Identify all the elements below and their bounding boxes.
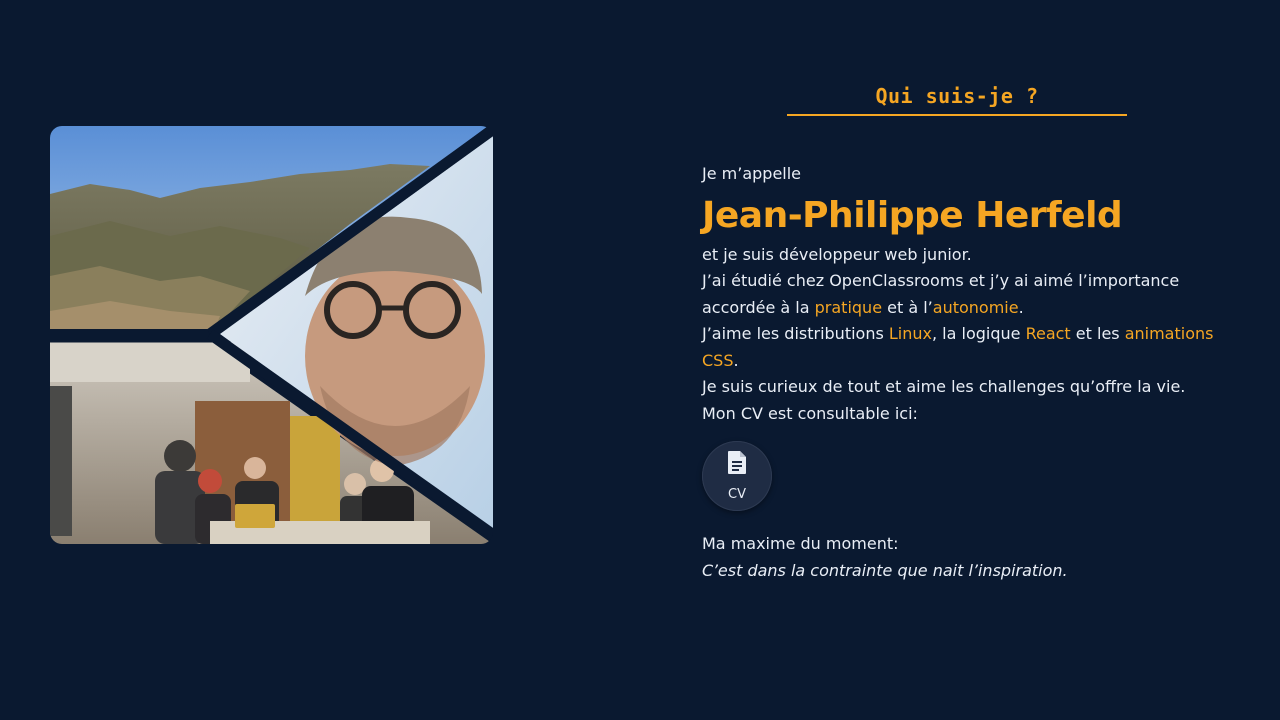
cv-label: CV (728, 486, 746, 502)
role-line: et je suis développeur web junior. (702, 244, 972, 264)
highlight-linux: Linux (888, 324, 932, 343)
cv-line: Mon CV est consultable ici: (702, 403, 918, 423)
about-page: Qui suis-je ? Je m’appelle Jean-Philippe… (0, 0, 1280, 720)
studied-text-2: et à l’ (882, 297, 933, 317)
likes-text-3: et les (1070, 324, 1125, 343)
likes-line: J’aime les distributions Linux, la logiq… (702, 321, 1222, 374)
highlight-react: React (1025, 324, 1071, 343)
document-icon (727, 450, 747, 484)
about-content: Je m’appelle Jean-Philippe Herfeld et je… (702, 161, 1222, 584)
likes-text-1: J’aime les distributions (702, 324, 889, 343)
photo-collage (50, 126, 493, 544)
highlight-autonomie: autonomie (932, 297, 1019, 317)
person-name: Jean-Philippe Herfeld (702, 194, 1123, 236)
likes-text-4: . (733, 350, 739, 370)
curious-line: Je suis curieux de tout et aime les chal… (702, 377, 1186, 396)
likes-text-2: , la logique (932, 324, 1026, 343)
cv-wrap: CV (702, 441, 1222, 513)
intro-text: Je m’appelle (702, 164, 802, 183)
studied-text-3: . (1018, 297, 1024, 317)
highlight-pratique: pratique (814, 297, 883, 317)
maxim-label: Ma maxime du moment: (702, 534, 899, 553)
section-title: Qui suis-je ? (787, 84, 1127, 116)
collage-svg (50, 126, 493, 544)
maxim-quote: C’est dans la contrainte que nait l’insp… (702, 560, 1068, 580)
cv-button[interactable]: CV (702, 441, 772, 511)
studied-line: J’ai étudié chez OpenClassrooms et j’y a… (702, 268, 1222, 321)
